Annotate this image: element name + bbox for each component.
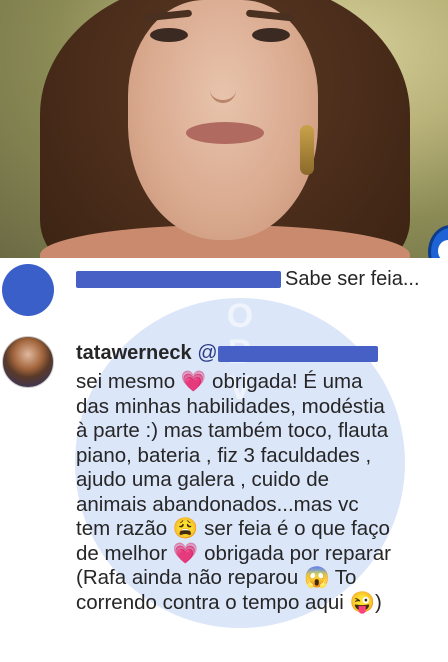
commenter-avatar[interactable] xyxy=(2,264,54,316)
reply-line: correndo contra o tempo aqui 😜) xyxy=(76,591,448,616)
reply-line: piano, bateria , fiz 3 faculdades , xyxy=(76,444,448,469)
photo-eye-left xyxy=(150,28,188,42)
reply-avatar[interactable] xyxy=(2,336,54,388)
emoji-icon: 😜 xyxy=(349,590,376,614)
reply-text-segment: das minhas habilidades, modéstia xyxy=(76,394,385,418)
reply-line: tem razão 😩 ser feia é o que faço xyxy=(76,517,448,542)
post-photo xyxy=(0,0,448,258)
reply-text-segment: ) xyxy=(375,590,382,614)
reply-text-segment: correndo contra o tempo aqui xyxy=(76,590,350,614)
reply-text-segment: ser feia é o que faço xyxy=(198,517,390,540)
photo-earring xyxy=(300,125,314,175)
reply-text-segment: à parte :) mas também toco, flauta xyxy=(76,419,389,442)
redacted-username xyxy=(76,271,281,289)
reply-text-segment: ajudo uma galera , cuido de xyxy=(76,468,330,491)
reply-username[interactable]: tatawerneck xyxy=(76,342,192,364)
photo-face xyxy=(128,0,318,240)
comment-row-1: Sabe ser feia... xyxy=(76,268,420,291)
emoji-icon: 💗 xyxy=(172,541,199,565)
reply-line: animais abandonados...mas vc xyxy=(76,493,448,518)
reply-text-segment: (Rafa ainda não reparou xyxy=(76,566,304,589)
reply-mention[interactable]: @ xyxy=(197,342,378,364)
reply-line: das minhas habilidades, modéstia xyxy=(76,395,448,420)
reply-text-segment: sei mesmo xyxy=(76,370,181,393)
emoji-icon: 😩 xyxy=(172,517,199,540)
reply-line: à parte :) mas também toco, flauta xyxy=(76,419,448,444)
comments-section: OBV Sabe ser feia... tatawerneck @ sei m… xyxy=(0,258,448,662)
reply-text-segment: tem razão xyxy=(76,517,173,540)
redacted-mention xyxy=(217,345,378,362)
reply-text: sei mesmo 💗 obrigada! É uma das minhas ha… xyxy=(76,370,448,615)
reply-line: ajudo uma galera , cuido de xyxy=(76,468,448,493)
reply-line: (Rafa ainda não reparou 😱 To xyxy=(76,566,448,591)
reply-text-segment: piano, bateria , fiz 3 faculdades , xyxy=(76,443,372,467)
reply-line: sei mesmo 💗 obrigada! É uma xyxy=(76,370,448,395)
emoji-icon: 💗 xyxy=(180,370,207,393)
emoji-icon: 😱 xyxy=(303,566,330,589)
reply-text-segment: de melhor xyxy=(76,541,173,565)
reply-text-segment: obrigada por reparar xyxy=(198,541,391,565)
reply-text-segment: obrigada! É uma xyxy=(206,370,363,393)
comment-1-text: Sabe ser feia... xyxy=(285,268,420,290)
photo-lips xyxy=(186,122,264,144)
reply-header: tatawerneck @ xyxy=(76,342,378,365)
reply-text-segment: To xyxy=(329,566,357,589)
reply-line: de melhor 💗 obrigada por reparar xyxy=(76,542,448,567)
photo-nose xyxy=(210,70,236,103)
photo-eye-right xyxy=(252,28,290,42)
reply-text-segment: animais abandonados...mas vc xyxy=(76,492,359,516)
